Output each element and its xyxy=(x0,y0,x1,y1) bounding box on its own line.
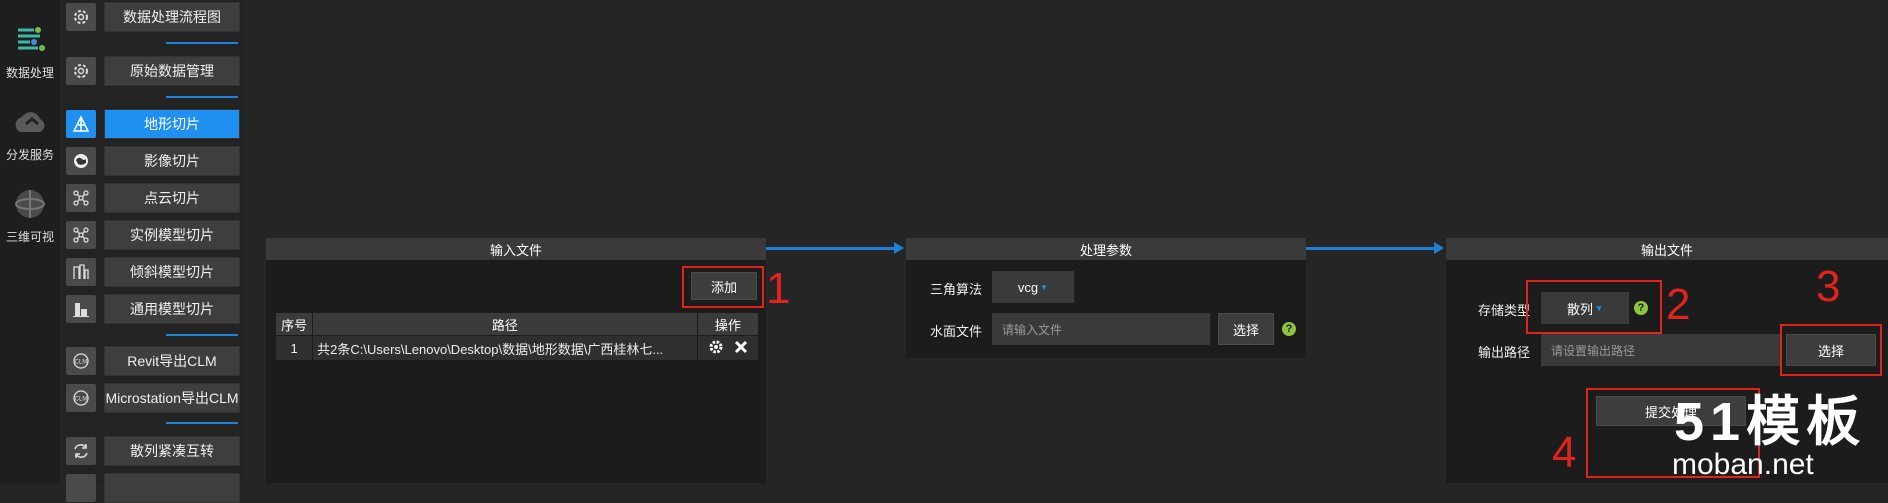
menu-item-image[interactable]: 影像切片 xyxy=(62,146,244,176)
panel-title: 输出文件 xyxy=(1446,238,1888,260)
menu-item-general-model[interactable]: 通用模型切片 xyxy=(62,294,244,324)
help-icon[interactable]: ? xyxy=(1282,322,1296,336)
row-index: 1 xyxy=(274,335,314,361)
algo-label: 三角算法 xyxy=(930,282,983,297)
general-model-icon xyxy=(66,295,96,323)
nav-item-distribute[interactable]: 分发服务 xyxy=(0,104,60,163)
instance-model-icon xyxy=(66,221,96,249)
clm-icon: CLM xyxy=(66,347,96,375)
algo-value: vcg xyxy=(1017,279,1039,295)
row-actions xyxy=(696,335,760,361)
globe-icon xyxy=(15,190,45,218)
annotation-number: 2 xyxy=(1666,280,1691,329)
menu-item-hash-compact[interactable]: 散列紧凑互转 xyxy=(62,436,244,466)
gear-icon xyxy=(66,3,96,31)
file-table: 序号 路径 操作 1 共2条C:\Users\Lenovo\Desktop\数据… xyxy=(274,312,760,361)
annotation-number: 1 xyxy=(766,264,791,313)
menu-divider xyxy=(166,96,238,98)
column-header: 路径 xyxy=(312,312,698,336)
image-globe-icon xyxy=(66,147,96,175)
water-select-button[interactable]: 选择 xyxy=(1218,313,1274,345)
svg-text:CLM: CLM xyxy=(75,397,88,403)
table-row[interactable]: 1 共2条C:\Users\Lenovo\Desktop\数据\地形数据\广西桂… xyxy=(274,335,760,361)
menu-divider xyxy=(166,42,238,44)
settings-icon[interactable] xyxy=(708,339,724,358)
watermark: 51模板 moban.net xyxy=(1658,393,1888,483)
annotation-number: 3 xyxy=(1816,262,1841,311)
water-file-input[interactable]: 请输入文件 xyxy=(992,313,1210,345)
nav-label: 三维可视 xyxy=(5,230,54,244)
terrain-icon xyxy=(66,110,96,138)
menu-item-pointcloud[interactable]: 点云切片 xyxy=(62,183,244,213)
menu-divider xyxy=(166,422,238,424)
nav-label: 数据处理 xyxy=(5,66,54,80)
row-path: 共2条C:\Users\Lenovo\Desktop\数据\地形数据\广西桂林七… xyxy=(312,335,698,361)
menu-item-more[interactable] xyxy=(62,473,244,503)
menu-item-terrain[interactable]: 地形切片 xyxy=(62,109,244,139)
caret-down-icon: ▼ xyxy=(1040,282,1049,292)
menu-item-microstation-clm[interactable]: CLM Microstation导出CLM xyxy=(62,383,244,413)
column-header: 序号 xyxy=(274,312,314,336)
cloud-icon xyxy=(15,112,45,132)
annotation-box xyxy=(682,266,764,308)
flow-arrow xyxy=(766,242,904,254)
pointcloud-icon xyxy=(66,184,96,212)
image-globe-icon xyxy=(66,474,96,502)
watermark-main: 51模板 xyxy=(1674,392,1867,452)
nav-item-data-process[interactable]: 数据处理 xyxy=(0,22,60,81)
left-nav: 数据处理 分发服务 三维可视 xyxy=(0,0,60,483)
nav-label: 分发服务 xyxy=(5,148,54,162)
gear-icon xyxy=(66,57,96,85)
annotation-number: 4 xyxy=(1552,428,1577,477)
column-header: 操作 xyxy=(696,312,760,336)
water-label: 水面文件 xyxy=(930,324,983,339)
oblique-model-icon xyxy=(66,258,96,286)
menu-item-flowchart[interactable]: 数据处理流程图 xyxy=(62,2,244,32)
flow-arrow xyxy=(1306,242,1444,254)
menu-item-raw-data[interactable]: 原始数据管理 xyxy=(62,56,244,86)
menu-divider xyxy=(166,334,238,336)
data-process-icon xyxy=(18,27,45,51)
function-menu: 数据处理流程图 原始数据管理 地形切片 影像切片 点云切片 实例模型切片 倾斜模… xyxy=(62,0,244,503)
menu-item-revit-clm[interactable]: CLM Revit导出CLM xyxy=(62,346,244,376)
menu-item-oblique-model[interactable]: 倾斜模型切片 xyxy=(62,257,244,287)
svg-text:CLM: CLM xyxy=(75,360,88,366)
menu-item-instance-model[interactable]: 实例模型切片 xyxy=(62,220,244,250)
delete-icon[interactable] xyxy=(734,340,748,357)
clm-icon: CLM xyxy=(66,384,96,412)
panel-title: 处理参数 xyxy=(906,238,1306,260)
annotation-box xyxy=(1780,324,1882,376)
algo-select[interactable]: vcg ▼ xyxy=(992,271,1074,303)
watermark-sub: moban.net xyxy=(1672,448,1814,481)
panel-title: 输入文件 xyxy=(266,238,766,260)
path-label: 输出路径 xyxy=(1478,345,1531,360)
storage-label: 存储类型 xyxy=(1478,303,1531,318)
annotation-box xyxy=(1526,280,1662,334)
nav-item-3d[interactable]: 三维可视 xyxy=(0,186,60,245)
output-path-input[interactable]: 请设置输出路径 xyxy=(1541,334,1781,366)
convert-icon xyxy=(66,437,96,465)
